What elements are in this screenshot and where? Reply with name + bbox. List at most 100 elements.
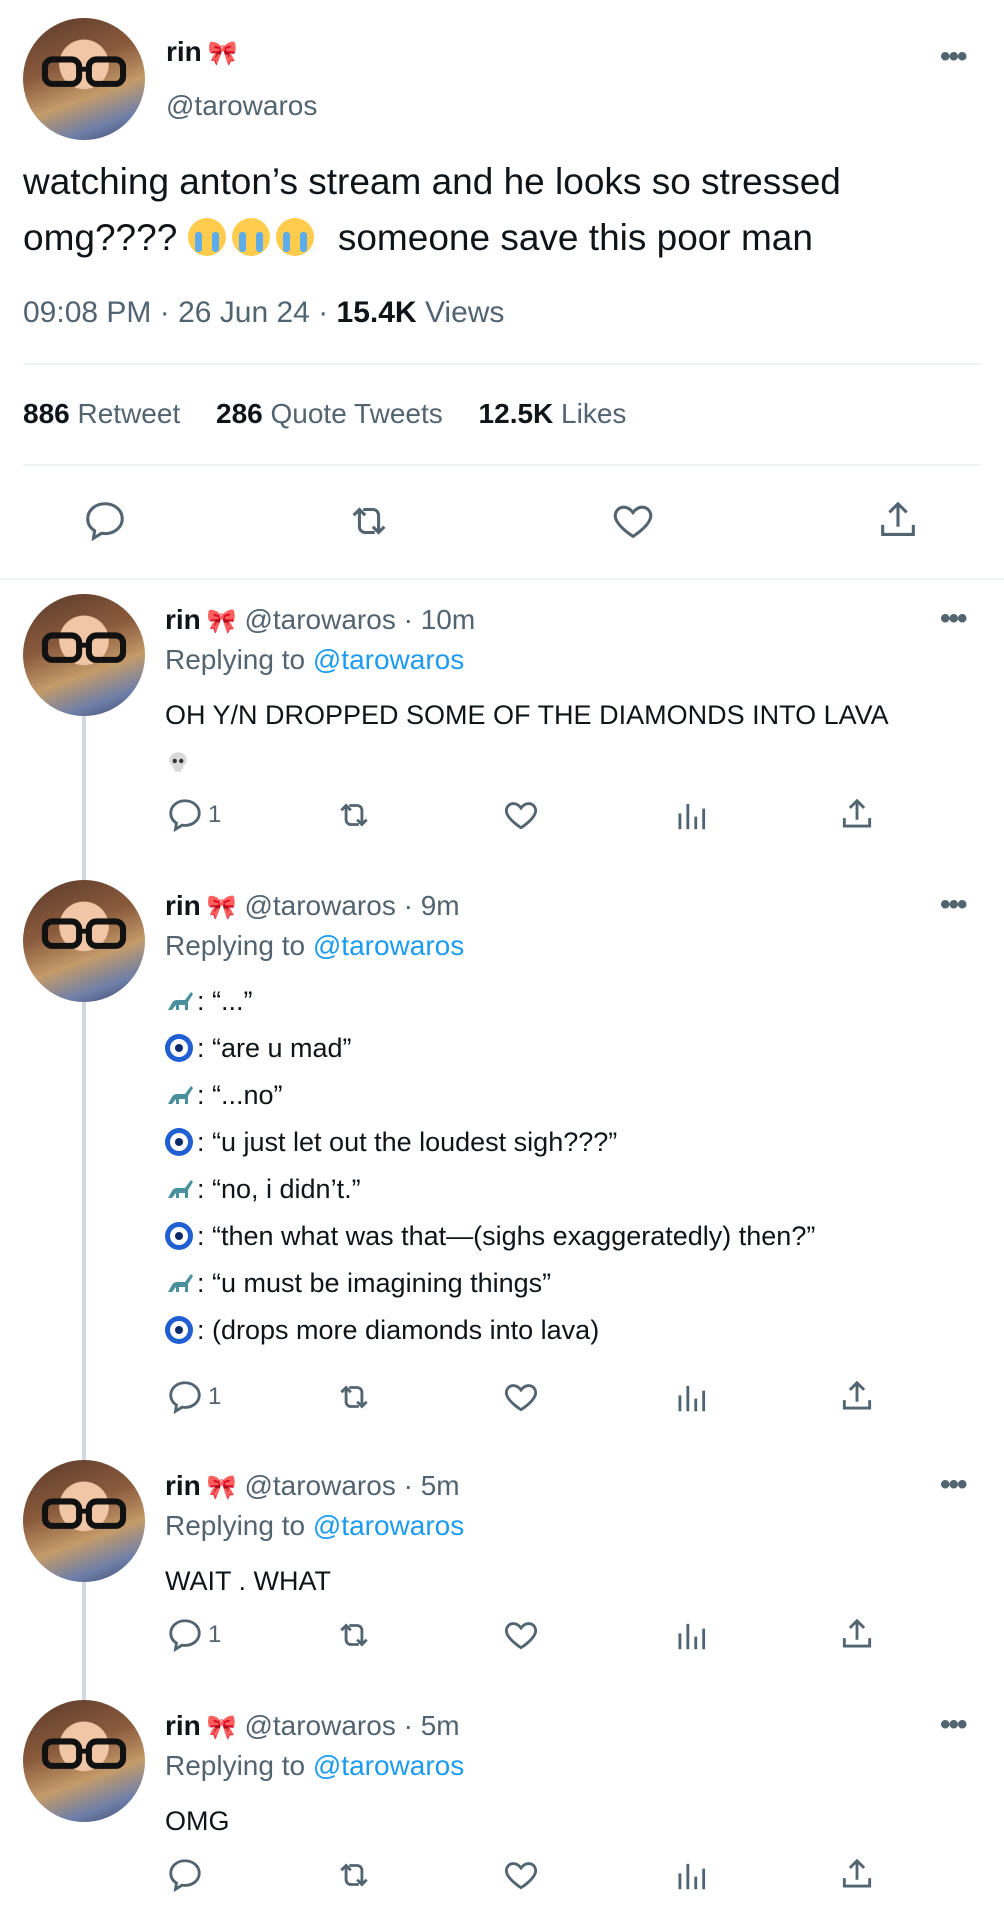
avatar[interactable] (23, 880, 145, 1002)
nazar-amulet-icon (165, 1222, 193, 1250)
replying-to-link[interactable]: @tarowaros (313, 644, 464, 675)
dialogue-line: : “are u mad” (165, 1025, 965, 1072)
nazar-amulet-icon (165, 1316, 193, 1344)
retweet-icon[interactable] (345, 498, 393, 544)
nazar-amulet-icon (165, 1128, 193, 1156)
reply-text: OMG (165, 1806, 230, 1836)
tweet-time[interactable]: 09:08 PM (23, 296, 151, 329)
dialogue-line: : “u just let out the loudest sigh???” (165, 1119, 965, 1166)
display-name[interactable]: rin (165, 890, 201, 921)
reply-icon[interactable]: 1 (166, 796, 221, 834)
more-options-icon[interactable]: ••• (940, 888, 967, 922)
user-handle[interactable]: @tarowaros (244, 604, 395, 635)
retweet-icon[interactable] (334, 1616, 374, 1654)
reply-count: 1 (208, 1621, 222, 1648)
display-name[interactable]: rin (165, 1470, 201, 1501)
user-handle[interactable]: @tarowaros (166, 90, 317, 122)
replying-to-link[interactable]: @tarowaros (313, 930, 464, 961)
more-options-icon[interactable]: ••• (940, 1708, 967, 1742)
bow-icon: 🎀 (207, 40, 238, 67)
reply-tweet: rin 🎀 @tarowaros · 10m ••• Replying to @t… (0, 582, 1004, 862)
crying-emoji-icon (231, 218, 270, 256)
display-name[interactable]: rin (165, 1710, 201, 1741)
share-icon[interactable] (838, 1616, 876, 1654)
reply-text: : “...” : “are u mad” : “...no” : “u jus… (165, 978, 965, 1354)
skull-emoji-icon (169, 752, 187, 772)
user-handle[interactable]: @tarowaros (244, 1470, 395, 1501)
tweet-meta: 09:08 PM · 26 Jun 24 · 15.4K Views (23, 296, 505, 329)
display-name[interactable]: rin 🎀 (166, 36, 238, 68)
replying-to-link[interactable]: @tarowaros (313, 1510, 464, 1541)
divider (23, 363, 981, 365)
dialogue-line: : “...” (165, 978, 965, 1025)
reply-tweet: rin 🎀 @tarowaros · 5m ••• Replying to @ta… (0, 1448, 1004, 1678)
tweet-text: watching anton’s stream and he looks so … (23, 154, 963, 266)
like-icon[interactable] (610, 498, 656, 544)
more-options-icon[interactable]: ••• (940, 40, 967, 74)
reply-time[interactable]: · 5m (404, 1710, 460, 1741)
bow-icon: 🎀 (206, 1714, 237, 1741)
analytics-icon[interactable] (672, 1616, 710, 1654)
crying-emoji-icon (275, 218, 314, 256)
replying-to: Replying to @tarowaros (165, 930, 465, 961)
replying-to: Replying to @tarowaros (165, 1750, 465, 1781)
reply-time[interactable]: · 9m (404, 890, 460, 921)
share-icon[interactable] (838, 796, 876, 834)
user-handle[interactable]: @tarowaros (244, 890, 395, 921)
likes-stat[interactable]: 12.5K Likes (479, 398, 627, 429)
reply-header: rin 🎀 @tarowaros · 5m (165, 1470, 460, 1502)
retweets-stat[interactable]: 886 Retweet (23, 398, 180, 429)
display-name[interactable]: rin (165, 604, 201, 635)
retweet-icon[interactable] (334, 796, 374, 834)
like-icon[interactable] (502, 1856, 540, 1894)
tweet-text-line: omg???? someone save this poor man (23, 217, 813, 258)
share-icon[interactable] (838, 1856, 876, 1894)
analytics-icon[interactable] (672, 1378, 710, 1416)
divider (23, 464, 981, 466)
quotes-stat[interactable]: 286 Quote Tweets (216, 398, 443, 429)
more-options-icon[interactable]: ••• (940, 1468, 967, 1502)
reply-header: rin 🎀 @tarowaros · 10m (165, 604, 475, 636)
tweet-date[interactable]: 26 Jun 24 (178, 296, 310, 329)
like-icon[interactable] (502, 1378, 540, 1416)
reply-icon[interactable] (166, 1856, 208, 1894)
reply-count: 1 (208, 801, 222, 828)
nazar-amulet-icon (165, 1034, 193, 1062)
bow-icon: 🎀 (206, 608, 237, 635)
share-icon[interactable] (875, 498, 921, 544)
bow-icon: 🎀 (206, 1474, 237, 1501)
retweet-icon[interactable] (334, 1378, 374, 1416)
like-icon[interactable] (502, 1616, 540, 1654)
analytics-icon[interactable] (672, 1856, 710, 1894)
dialogue-line: : “no, i didn’t.” (165, 1166, 965, 1213)
like-icon[interactable] (502, 796, 540, 834)
dialogue-line: : (drops more diamonds into lava) (165, 1307, 965, 1354)
analytics-icon[interactable] (672, 796, 710, 834)
reply-time[interactable]: · 5m (404, 1470, 460, 1501)
reply-icon[interactable]: 1 (166, 1378, 221, 1416)
reply-tweet: rin 🎀 @tarowaros · 9m ••• Replying to @ta… (0, 868, 1004, 1438)
replying-to: Replying to @tarowaros (165, 644, 465, 675)
dialogue-line: : “then what was that—(sighs exaggerated… (165, 1213, 965, 1260)
reply-text: OH Y/N DROPPED SOME OF THE DIAMONDS INTO… (165, 692, 965, 786)
user-handle[interactable]: @tarowaros (244, 1710, 395, 1741)
reply-tweet: rin 🎀 @tarowaros · 5m ••• Replying to @ta… (0, 1688, 1004, 1920)
avatar[interactable] (23, 1460, 145, 1582)
dinosaur-emoji-icon (168, 1274, 193, 1292)
share-icon[interactable] (838, 1378, 876, 1416)
replying-to-link[interactable]: @tarowaros (313, 1750, 464, 1781)
main-tweet: rin 🎀 @tarowaros ••• watching anton’s str… (0, 0, 1004, 580)
reply-icon[interactable]: 1 (166, 1616, 221, 1654)
reply-icon[interactable] (82, 498, 128, 544)
dinosaur-emoji-icon (168, 1086, 193, 1104)
more-options-icon[interactable]: ••• (940, 602, 967, 636)
avatar[interactable] (23, 18, 145, 140)
reply-header: rin 🎀 @tarowaros · 9m (165, 890, 460, 922)
replying-to: Replying to @tarowaros (165, 1510, 465, 1541)
reply-time[interactable]: · 10m (404, 604, 476, 635)
retweet-icon[interactable] (334, 1856, 374, 1894)
views-label: Views (424, 296, 505, 329)
avatar[interactable] (23, 1700, 145, 1822)
reply-header: rin 🎀 @tarowaros · 5m (165, 1710, 460, 1742)
avatar[interactable] (23, 594, 145, 716)
